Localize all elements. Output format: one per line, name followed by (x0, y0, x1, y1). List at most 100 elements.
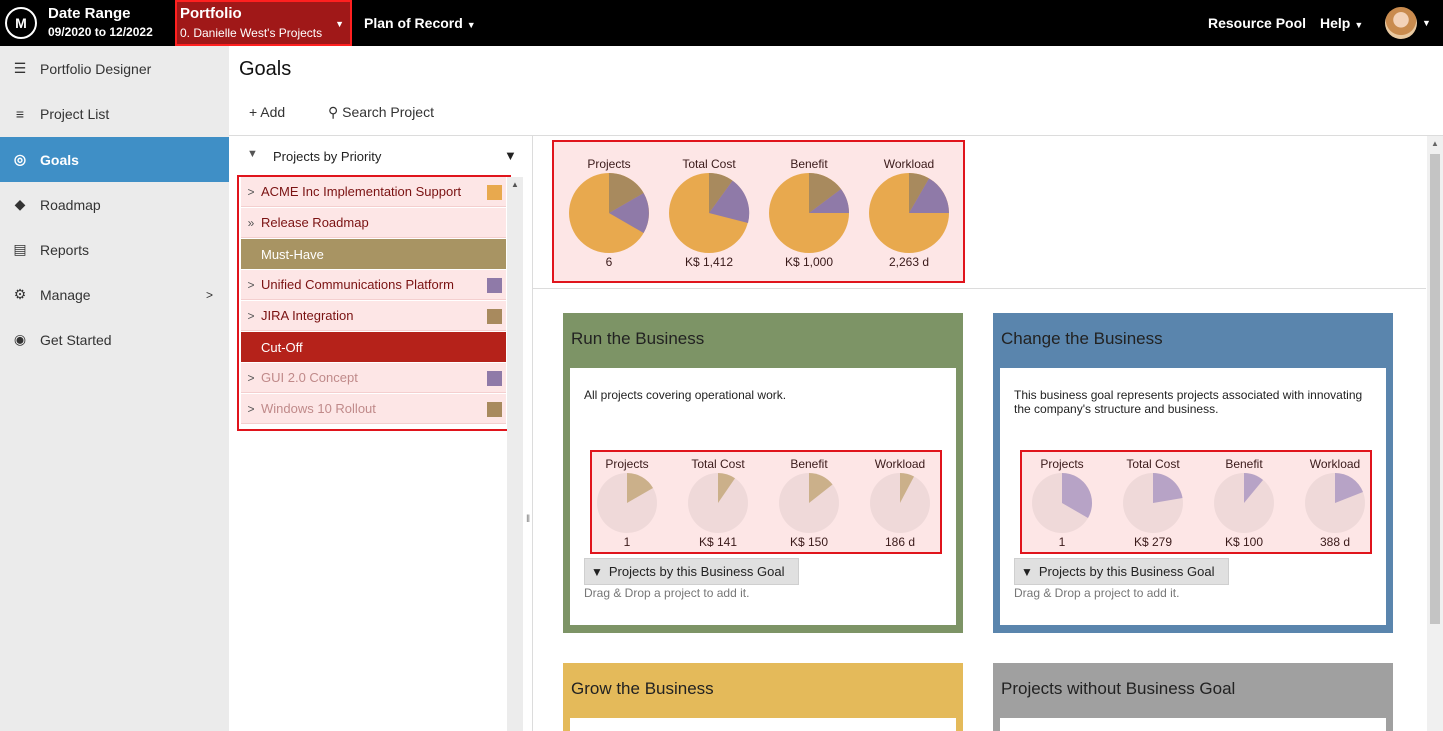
total-cost-pie-chart (669, 172, 750, 253)
metric-label: Total Cost (682, 157, 736, 171)
chevron-right-icon[interactable]: > (241, 185, 261, 199)
list-item[interactable]: > Windows 10 Rollout (241, 394, 506, 424)
metric-benefit: Benefit K$ 100 (1194, 456, 1294, 550)
sidebar-item-project-list[interactable]: ≡ Project List (0, 91, 229, 136)
projects-by-priority-header[interactable]: ▼ Projects by Priority ▼ (239, 146, 522, 168)
plan-of-record-label: Plan of Record (364, 15, 463, 31)
projects-pie-chart (597, 473, 657, 533)
metric-total-cost: Total Cost K$ 1,412 (659, 156, 759, 270)
scroll-up-icon[interactable]: ▲ (511, 180, 519, 189)
help-menu[interactable]: Help ▼ (1320, 15, 1363, 31)
portfolio-label: Portfolio (180, 5, 242, 22)
goal-body (570, 718, 956, 731)
date-range-value: 09/2020 to 12/2022 (48, 25, 153, 39)
chevron-right-icon[interactable]: > (241, 278, 261, 292)
list-item[interactable]: > JIRA Integration (241, 301, 506, 331)
add-label: Add (260, 104, 286, 120)
metric-benefit: Benefit K$ 1,000 (759, 156, 859, 270)
metric-label: Projects (605, 457, 649, 471)
goal-card-grow-the-business[interactable]: Grow the Business (563, 663, 963, 731)
drag-drop-hint: Drag & Drop a project to add it. (1014, 586, 1180, 600)
metric-label: Benefit (1225, 457, 1263, 471)
portfolio-value: 0. Danielle West's Projects (180, 26, 323, 40)
projects-by-goal-button[interactable]: ▼ Projects by this Business Goal (1014, 558, 1229, 585)
workload-pie-chart (869, 173, 949, 253)
resource-pool-link[interactable]: Resource Pool (1208, 15, 1306, 31)
list-icon: ≡ (15, 105, 25, 122)
goal-description: This business goal represents projects a… (1014, 388, 1363, 416)
portfolio-selector[interactable]: Portfolio 0. Danielle West's Projects ▼ (175, 0, 352, 46)
goal-title: Change the Business (1001, 329, 1163, 348)
caret-down-icon: ▼ (466, 20, 476, 30)
metric-value: 1 (1058, 535, 1066, 549)
sidebar-item-manage[interactable]: ⚙ Manage > (0, 272, 229, 317)
project-name: ACME Inc Implementation Support (261, 184, 462, 199)
metric-projects: Projects 6 (559, 156, 659, 270)
scrollbar-thumb[interactable] (1430, 154, 1440, 624)
target-icon: ◎ (13, 151, 27, 167)
color-swatch (487, 278, 502, 293)
goal-card-change-the-business[interactable]: Change the Business This business goal r… (993, 313, 1393, 633)
must-have-band: Must-Have (241, 239, 506, 269)
list-item[interactable]: » Release Roadmap (241, 208, 506, 238)
metric-projects: Projects 1 (1012, 456, 1112, 550)
metric-total-cost: Total Cost K$ 141 (668, 456, 768, 550)
add-button[interactable]: + Add (249, 104, 285, 120)
sidebar-item-reports[interactable]: ▤ Reports (0, 227, 229, 272)
metric-value: 2,263 d (888, 255, 930, 269)
goal-body: This business goal represents projects a… (1000, 368, 1386, 625)
list-item[interactable]: > Unified Communications Platform (241, 270, 506, 300)
filter-icon[interactable]: ▼ (504, 148, 517, 163)
chevron-right-icon[interactable]: > (241, 371, 261, 385)
chevron-right-icon[interactable]: > (241, 309, 261, 323)
list-item[interactable]: > GUI 2.0 Concept (241, 363, 506, 393)
metric-label: Total Cost (691, 457, 745, 471)
projects-by-priority-label: Projects by Priority (273, 149, 382, 164)
date-range-selector[interactable]: Date Range 09/2020 to 12/2022 (48, 5, 153, 39)
collapse-triangle-icon[interactable]: ▼ (247, 148, 258, 160)
chevron-right-icon[interactable]: > (241, 402, 261, 416)
metric-workload: Workload 388 d (1285, 456, 1385, 550)
caret-down-icon[interactable]: ▼ (1422, 18, 1431, 28)
workload-pie-chart (870, 473, 930, 533)
main-scrollbar[interactable]: ▲ (1427, 136, 1443, 731)
metric-value: K$ 279 (1133, 535, 1173, 549)
sidebar-item-portfolio-designer[interactable]: ☰ Portfolio Designer (0, 46, 229, 91)
double-chevron-icon[interactable]: » (241, 216, 261, 230)
metric-label: Benefit (790, 157, 828, 171)
plus-icon: + (249, 104, 261, 120)
sidebar-item-get-started[interactable]: ◉ Get Started (0, 317, 229, 362)
metric-value: K$ 100 (1224, 535, 1264, 549)
project-name: GUI 2.0 Concept (261, 370, 358, 385)
scroll-up-icon[interactable]: ▲ (1431, 139, 1439, 148)
goal-card-run-the-business[interactable]: Run the Business All projects covering o… (563, 313, 963, 633)
avatar[interactable] (1385, 7, 1417, 39)
projects-by-goal-button[interactable]: ▼ Projects by this Business Goal (584, 558, 799, 585)
plan-of-record-menu[interactable]: Plan of Record ▼ (364, 15, 476, 31)
sidebar-item-label: Reports (40, 241, 90, 258)
date-range-label: Date Range (48, 5, 131, 22)
caret-down-icon: ▼ (335, 19, 344, 29)
project-name: Release Roadmap (261, 215, 369, 230)
projects-pie-chart (569, 173, 649, 253)
goal-card-projects-without-goal[interactable]: Projects without Business Goal (993, 663, 1393, 731)
goal-title: Run the Business (571, 329, 705, 348)
portfolio-designer-icon: ☰ (13, 60, 27, 76)
metric-value: 1 (623, 535, 631, 549)
sidebar-item-roadmap[interactable]: ◆ Roadmap (0, 182, 229, 227)
app-logo-icon[interactable]: M (5, 7, 37, 39)
color-swatch (487, 402, 502, 417)
filter-icon: ▼ (1021, 564, 1033, 579)
splitter-handle-icon[interactable]: ‖ (526, 514, 530, 525)
metric-label: Benefit (790, 457, 828, 471)
top-bar: M Date Range 09/2020 to 12/2022 Portfoli… (0, 0, 1443, 46)
panel-splitter[interactable] (532, 136, 533, 731)
list-item[interactable]: > ACME Inc Implementation Support (241, 177, 506, 207)
sidebar-item-goals[interactable]: ◎ Goals (0, 137, 229, 182)
drag-drop-hint: Drag & Drop a project to add it. (584, 586, 750, 600)
metric-value: K$ 1,412 (684, 255, 734, 269)
metric-total-cost: Total Cost K$ 279 (1103, 456, 1203, 550)
search-project-button[interactable]: ⚲ Search Project (328, 104, 434, 121)
goal-body (1000, 718, 1386, 731)
list-scrollbar[interactable] (507, 177, 523, 731)
